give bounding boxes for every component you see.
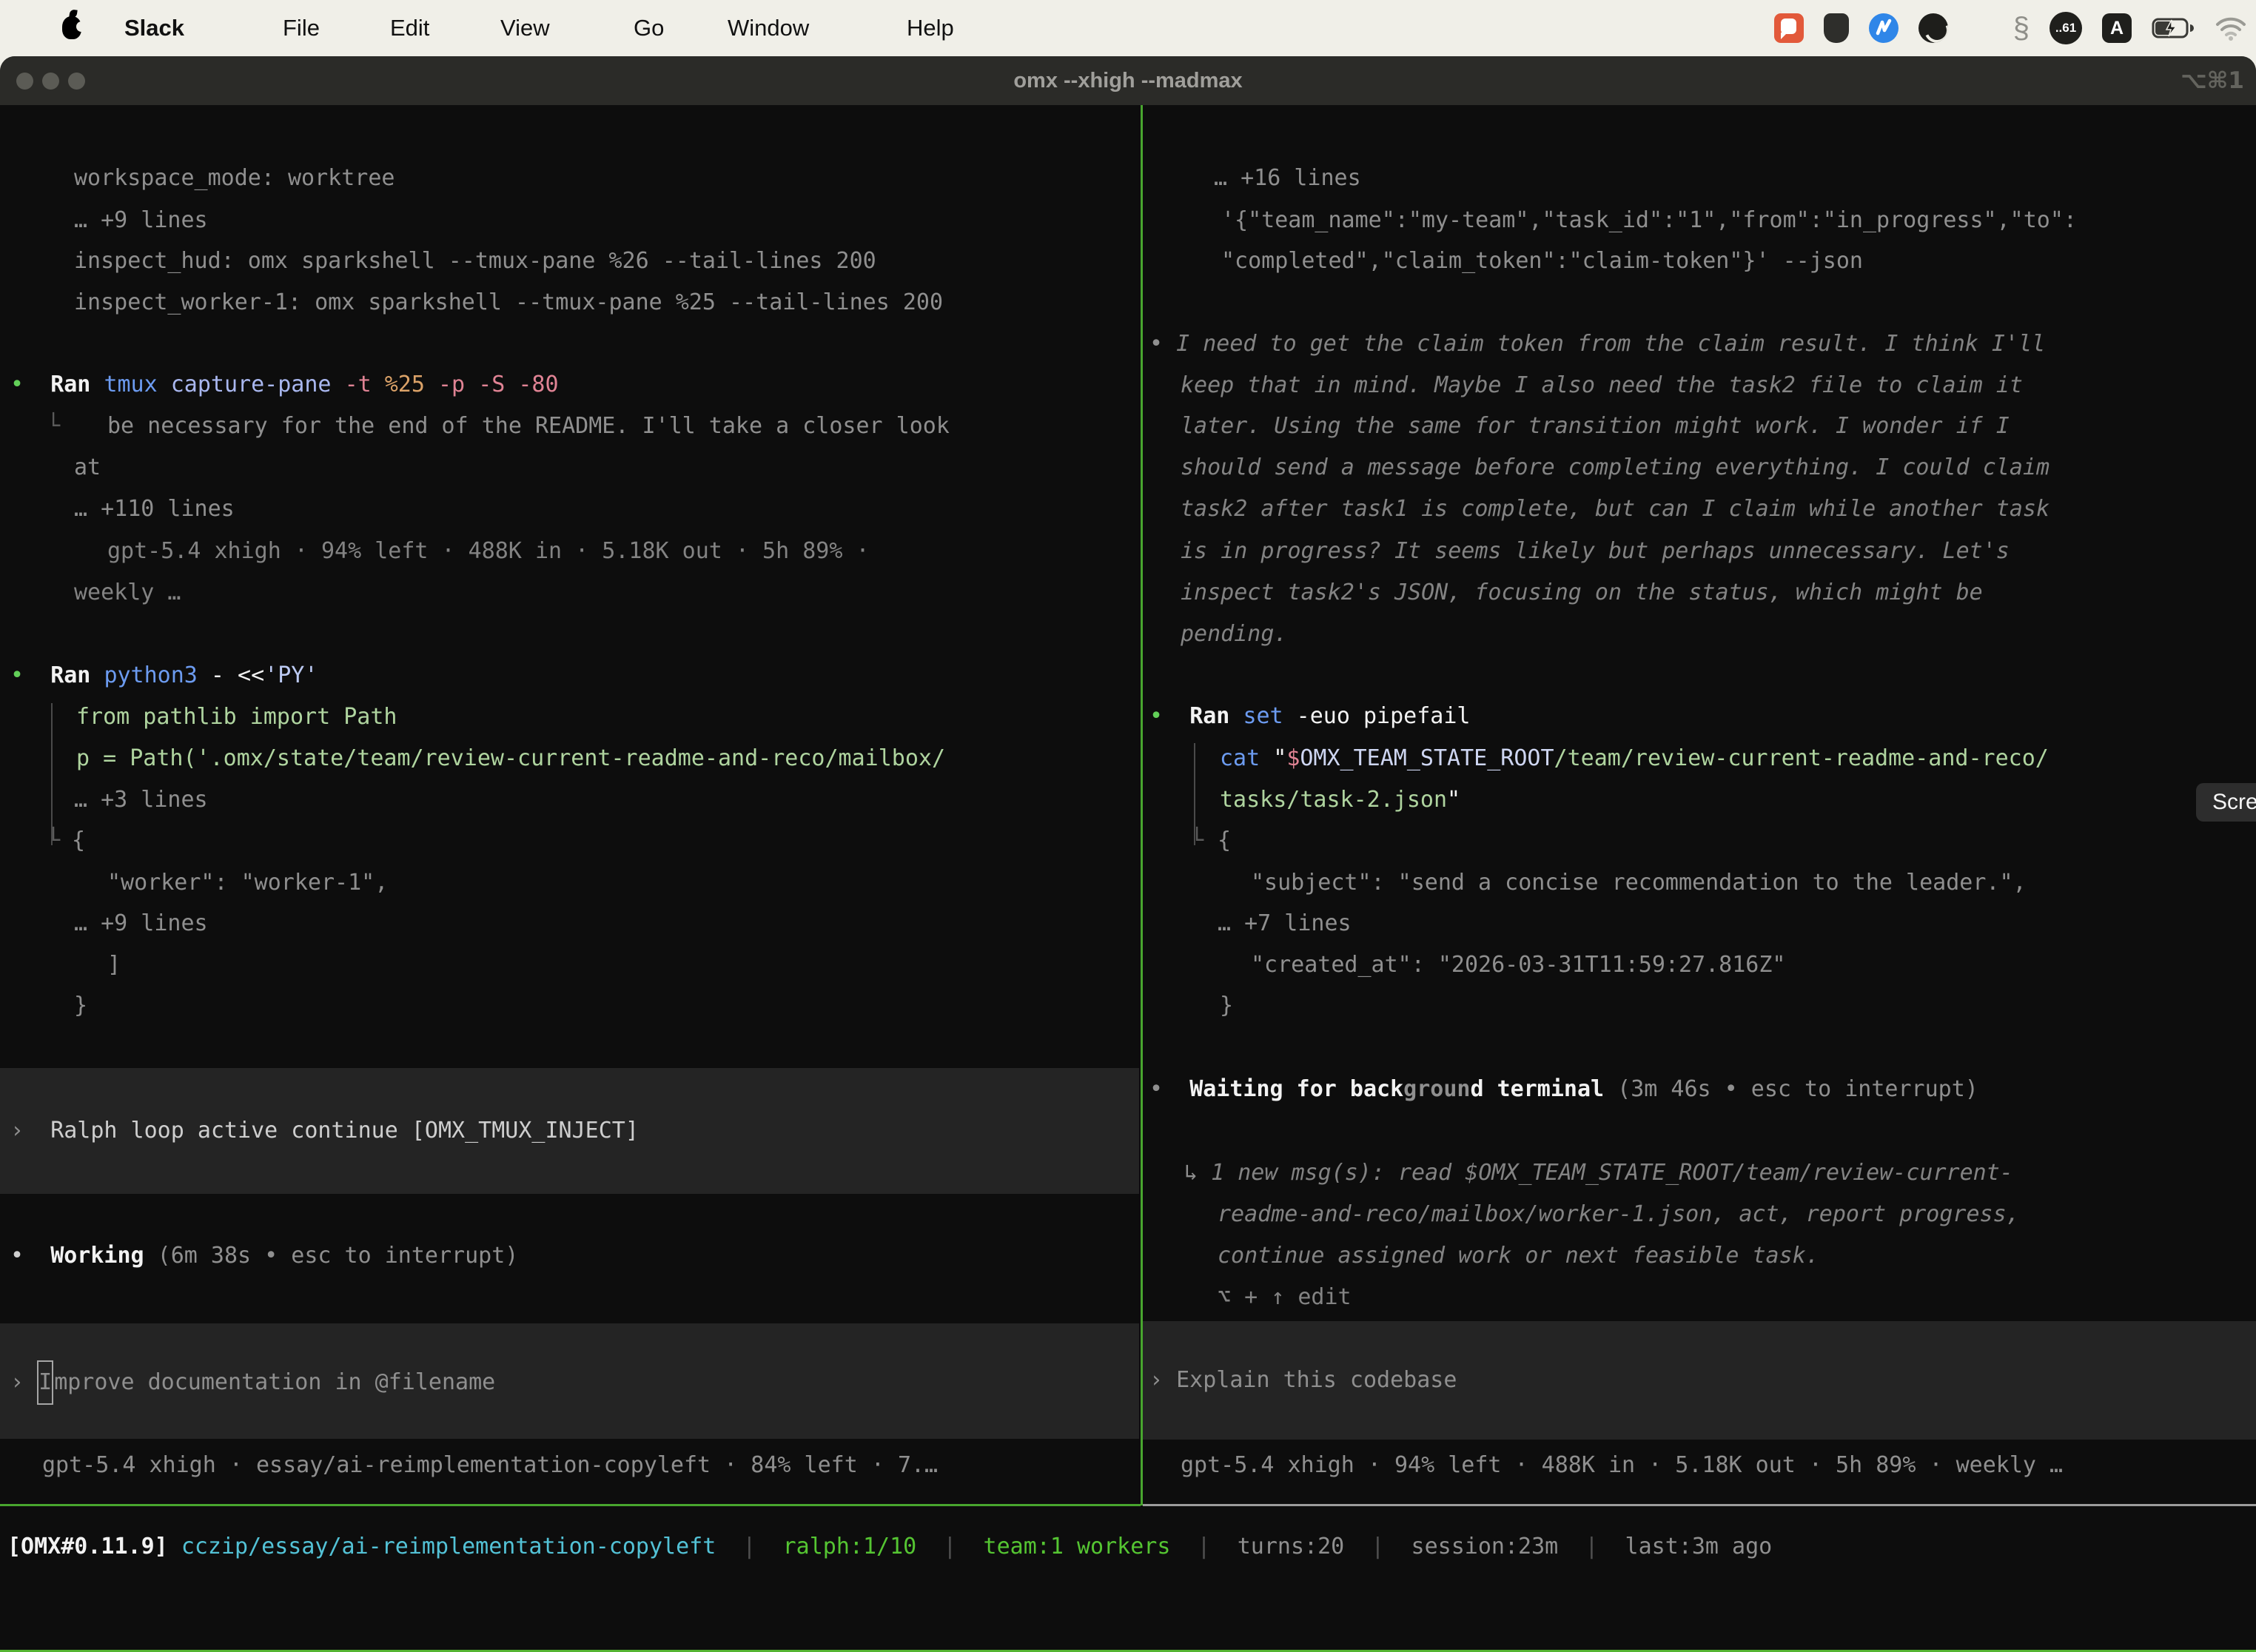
log-line: "completed","claim_token":"claim-token"}… [1221,241,1863,282]
terminal-window: omx --xhigh --madmax ⌥⌘1 workspace_mode:… [0,56,2256,1652]
messages-icon[interactable] [1774,13,1804,43]
output-line: … +110 lines [74,488,235,530]
ran-tmux-command: • Ran tmux capture-pane -t %25 -p -S -80 [10,364,559,406]
output-line: gpt-5.4 xhigh · 94% left · 488K in · 5.1… [107,531,870,572]
waiting-status: • Waiting for background terminal (3m 46… [1149,1069,1978,1110]
output-line: } [1220,985,1233,1027]
code-line: from pathlib import Path [76,696,397,738]
bullet-icon: • [1149,1076,1163,1102]
omx-status-bar: [OMX#0.11.9] cczip/essay/ai-reimplementa… [7,1526,1772,1568]
tree-corner: └ [47,820,60,862]
output-line: be necessary for the end of the README. … [107,406,950,447]
window-title-bar: omx --xhigh --madmax ⌥⌘1 [0,56,2256,105]
moon-icon[interactable] [1918,13,1948,43]
thinking-text: keep that in mind. Maybe I also need the… [1181,365,2023,406]
output-line: … +3 lines [74,779,208,821]
menu-go[interactable]: Go [634,0,664,56]
output-line: } [74,985,87,1027]
text-cursor: I [37,1360,53,1405]
output-line: { [1218,820,1231,862]
output-line: … +9 lines [74,903,208,944]
left-pane-bottom-border [0,1504,1141,1506]
prompt-chevron-icon: › [10,1369,24,1395]
wifi-icon[interactable] [2215,16,2247,41]
output-line: "subject": "send a concise recommendatio… [1251,862,2027,904]
bullet-icon: • [10,372,24,397]
bullet-icon: • [1149,703,1163,729]
battery-icon[interactable] [2152,17,2195,39]
mailbox-message: continue assigned work or next feasible … [1218,1235,1819,1277]
ralph-loop-status: › Ralph loop active continue [OMX_TMUX_I… [10,1110,639,1152]
thinking-text: later. Using the same for transition mig… [1181,406,2010,447]
menu-window[interactable]: Window [728,0,809,56]
window-shortcut-badge: ⌥⌘1 [2181,56,2244,105]
right-prompt-input[interactable]: › Explain this codebase [1149,1360,1457,1401]
return-arrow-icon: ↳ [1184,1160,1198,1186]
output-line: "created_at": "2026-03-31T11:59:27.816Z" [1251,944,1785,986]
bullet-icon: • [10,662,24,688]
separator: | [1585,1534,1598,1559]
log-line: '{"team_name":"my-team","task_id":"1","f… [1221,200,2077,241]
left-prompt-input[interactable]: › Improve documentation in @filename [10,1360,495,1402]
output-line: ] [107,944,121,986]
separator: | [1198,1534,1211,1559]
thinking-text: inspect task2's JSON, focusing on the st… [1181,572,1983,614]
menu-app-name[interactable]: Slack [124,0,184,56]
screen-tooltip: Scre [2196,783,2256,822]
log-line: … +9 lines [74,200,208,241]
menu-view[interactable]: View [500,0,550,56]
edit-hint: ⌥ + ↑ edit [1218,1277,1352,1318]
left-pane-statusline: gpt-5.4 xhigh · essay/ai-reimplementatio… [42,1445,938,1486]
bullet-icon: • [10,1243,24,1269]
ran-python-command: • Ran python3 - <<'PY' [10,655,318,696]
working-status: • Working (6m 38s • esc to interrupt) [10,1235,518,1277]
separator: | [742,1534,756,1559]
prompt-chevron-icon: › [1149,1367,1163,1393]
menu-bar: Slack File Edit View Go Window Help § ..… [0,0,2256,56]
grid-dots-icon[interactable] [1968,16,1993,41]
output-line: at [74,447,101,488]
thinking-text: should send a message before completing … [1181,447,2049,488]
thinking-text: task2 after task1 is complete, but can I… [1181,488,2049,530]
menu-status-icons: § ..61 A [1774,0,2247,56]
ran-set-command: • Ran set -euo pipefail [1149,696,1471,737]
separator: | [943,1534,956,1559]
code-line: tasks/task-2.json" [1220,779,1460,821]
prompt-chevron-icon: › [10,1118,24,1144]
tree-corner: └ [1190,820,1203,862]
thinking-text: • I need to get the claim token from the… [1149,323,2045,365]
code-line: p = Path('.omx/state/team/review-current… [76,738,945,779]
bullet-icon: • [1149,331,1163,357]
right-pane-statusline: gpt-5.4 xhigh · 94% left · 488K in · 5.1… [1181,1445,2063,1486]
log-line: inspect_hud: omx sparkshell --tmux-pane … [74,241,876,282]
menu-help[interactable]: Help [907,0,954,56]
section-squiggle-icon[interactable]: § [2013,13,2030,43]
terminal-content: workspace_mode: worktree … +9 lines insp… [0,105,2256,1652]
bolt-icon[interactable] [1869,13,1899,43]
separator: | [1371,1534,1384,1559]
log-line: inspect_worker-1: omx sparkshell --tmux-… [74,282,943,323]
code-line: cat "$OMX_TEAM_STATE_ROOT/team/review-cu… [1220,738,2049,779]
output-line: "worker": "worker-1", [107,862,388,904]
output-line: { [72,820,85,862]
right-pane-bottom-border [1143,1504,2256,1506]
thinking-text: pending. [1181,614,1288,655]
keyboard-a-icon[interactable]: A [2102,13,2132,43]
log-line: workspace_mode: worktree [74,158,395,199]
shield-icon[interactable] [1824,13,1849,43]
apple-menu-icon[interactable] [62,16,81,39]
thinking-text: is in progress? It seems likely but perh… [1181,531,2010,572]
tree-corner: └ [47,406,60,447]
badge-61-icon[interactable]: ..61 [2049,12,2082,44]
log-line: … +16 lines [1214,158,1361,199]
menu-edit[interactable]: Edit [390,0,429,56]
mailbox-message: readme-and-reco/mailbox/worker-1.json, a… [1218,1194,2020,1235]
mailbox-message: ↳ 1 new msg(s): read $OMX_TEAM_STATE_ROO… [1184,1152,2013,1194]
output-line: weekly … [74,572,181,614]
window-title: omx --xhigh --madmax [0,56,2256,105]
pane-divider[interactable] [1141,105,1143,1505]
output-line: … +7 lines [1218,903,1352,944]
menu-file[interactable]: File [283,0,320,56]
